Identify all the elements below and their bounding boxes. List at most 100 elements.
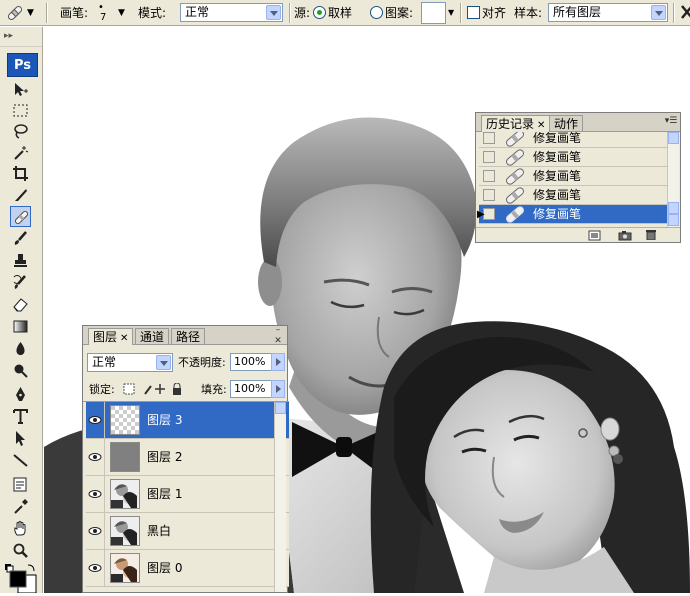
layers-scrollbar[interactable] — [274, 402, 286, 592]
tab-actions[interactable]: 动作 — [549, 115, 584, 131]
scroll-up-button[interactable] — [668, 132, 679, 144]
healing-brush-tool-icon[interactable] — [5, 3, 25, 23]
move-tool-icon[interactable] — [10, 79, 31, 100]
tab-history-label: 历史记录 — [486, 117, 535, 131]
tab-actions-label: 动作 — [554, 117, 579, 131]
line-tool-icon[interactable] — [10, 450, 31, 471]
lock-all-icon[interactable] — [173, 383, 181, 395]
scroll-up-button[interactable] — [275, 402, 286, 414]
lock-transparent-icon[interactable] — [123, 383, 135, 395]
magic-wand-tool-icon[interactable] — [10, 142, 31, 163]
history-item[interactable]: 修复画笔 — [479, 186, 667, 205]
gradient-tool-icon[interactable] — [10, 316, 31, 337]
history-state-slider-icon[interactable]: ▶ — [477, 209, 485, 220]
pen-tool-icon[interactable] — [10, 384, 31, 405]
pattern-picker-arrow[interactable]: ▼ — [448, 0, 454, 26]
layer-row[interactable]: 图层 2 — [86, 439, 289, 476]
marquee-tool-icon[interactable] — [10, 100, 31, 121]
source-label: 源: — [294, 6, 311, 20]
stamp-tool-icon[interactable] — [10, 250, 31, 271]
layer-name: 图层 2 — [147, 450, 183, 464]
panel-close-icon[interactable]: – ✕ — [271, 325, 285, 346]
path-selection-tool-icon[interactable] — [10, 428, 31, 449]
brush-picker-arrow[interactable]: ▼ — [118, 0, 125, 26]
notes-tool-icon[interactable] — [10, 474, 31, 495]
healing-brush-icon — [506, 206, 524, 223]
delete-icon[interactable] — [644, 229, 658, 240]
radio-checked-icon — [313, 6, 326, 19]
crop-tool-icon[interactable] — [10, 163, 31, 184]
layer-row-selected[interactable]: 图层 3 — [86, 402, 289, 439]
lock-image-icon[interactable] — [144, 385, 152, 395]
eye-icon[interactable] — [86, 476, 105, 512]
history-scrollbar[interactable] — [667, 132, 679, 227]
tab-channels[interactable]: 通道 — [135, 328, 170, 344]
type-tool-icon[interactable] — [10, 406, 31, 427]
mode-select[interactable]: 正常 — [180, 3, 283, 22]
history-item[interactable]: 修复画笔 — [479, 132, 667, 148]
layer-thumbnail-transparent — [110, 405, 140, 435]
sample-select[interactable]: 所有图层 — [548, 3, 668, 22]
tab-history[interactable]: 历史记录 ✕ — [481, 115, 551, 132]
eye-icon[interactable] — [86, 513, 105, 549]
layer-row[interactable]: 黑白 — [86, 513, 289, 550]
healing-brush-icon — [506, 168, 524, 185]
history-item[interactable]: 修复画笔 — [479, 148, 667, 167]
eye-icon[interactable] — [86, 439, 105, 475]
ps-logo[interactable]: Ps — [7, 53, 38, 77]
new-snapshot-icon[interactable] — [618, 230, 632, 241]
scroll-down-button[interactable] — [668, 214, 679, 226]
dodge-tool-icon[interactable] — [10, 360, 31, 381]
history-item-selected[interactable]: ▶ 修复画笔 — [477, 205, 667, 224]
layer-row[interactable]: 图层 0 — [86, 550, 289, 587]
source-pattern-radio[interactable]: 图案: — [370, 0, 413, 26]
scroll-thumb[interactable] — [668, 202, 679, 214]
close-icon[interactable]: ✕ — [120, 333, 128, 344]
history-panel: 历史记录 ✕ 动作 ▾☰ 修复画笔 修复画笔 修复画笔 修复画笔 ▶ 修复画笔 — [475, 112, 681, 243]
layer-thumbnail-photo-color — [110, 553, 140, 583]
lock-label: 锁定: — [89, 383, 115, 396]
eraser-tool-icon[interactable] — [10, 294, 31, 315]
eyedropper-tool-icon[interactable] — [10, 496, 31, 517]
close-icon[interactable]: ✕ — [537, 120, 545, 131]
lock-position-icon[interactable] — [155, 384, 165, 394]
toolbox-grip[interactable]: ▸▸ — [0, 27, 42, 47]
layer-row[interactable]: 图层 1 — [86, 476, 289, 513]
snapshot-source-box[interactable] — [483, 151, 495, 163]
history-item[interactable]: 修复画笔 — [479, 167, 667, 186]
layers-panel: 图层 ✕ 通道 路径 – ✕ 正常 不透明度: 100% 锁定: 填充: 100%… — [82, 325, 289, 593]
lock-icons — [123, 383, 181, 395]
lasso-tool-icon[interactable] — [10, 121, 31, 142]
blur-tool-icon[interactable] — [10, 338, 31, 359]
snapshot-source-box[interactable] — [483, 132, 495, 144]
pattern-swatch[interactable] — [421, 2, 446, 24]
layer-thumbnail-gray — [110, 442, 140, 472]
healing-brush-tool-icon[interactable] — [10, 206, 31, 227]
blend-mode-select[interactable]: 正常 — [87, 353, 173, 372]
color-swatches[interactable] — [4, 563, 38, 594]
new-document-from-state-icon[interactable] — [588, 230, 602, 241]
fill-field[interactable]: 100% — [230, 380, 272, 398]
snapshot-source-box[interactable] — [483, 170, 495, 182]
aligned-checkbox[interactable]: 对齐 — [467, 0, 506, 26]
eye-icon[interactable] — [86, 550, 105, 586]
tab-layers[interactable]: 图层 ✕ — [88, 328, 134, 345]
tab-paths[interactable]: 路径 — [171, 328, 206, 344]
sample-label: 样本: — [514, 6, 543, 20]
aligned-label: 对齐 — [482, 6, 507, 20]
eye-icon[interactable] — [86, 402, 105, 438]
zoom-tool-icon[interactable] — [10, 540, 31, 561]
layer-name: 图层 0 — [147, 561, 183, 575]
brush-tool-icon[interactable] — [10, 228, 31, 249]
opacity-field[interactable]: 100% — [230, 353, 272, 371]
panel-menu-icon[interactable]: ▾☰ — [664, 116, 678, 127]
ignore-adjustment-icon[interactable] — [680, 4, 690, 20]
tool-preset-arrow[interactable]: ▼ — [27, 0, 34, 26]
fill-slider-arrow[interactable] — [271, 380, 285, 398]
source-sampled-radio[interactable]: 取样 — [313, 0, 352, 26]
snapshot-source-box[interactable] — [483, 189, 495, 201]
history-brush-tool-icon[interactable] — [10, 272, 31, 293]
opacity-slider-arrow[interactable] — [271, 353, 285, 371]
hand-tool-icon[interactable] — [10, 518, 31, 539]
slice-tool-icon[interactable] — [10, 184, 31, 205]
